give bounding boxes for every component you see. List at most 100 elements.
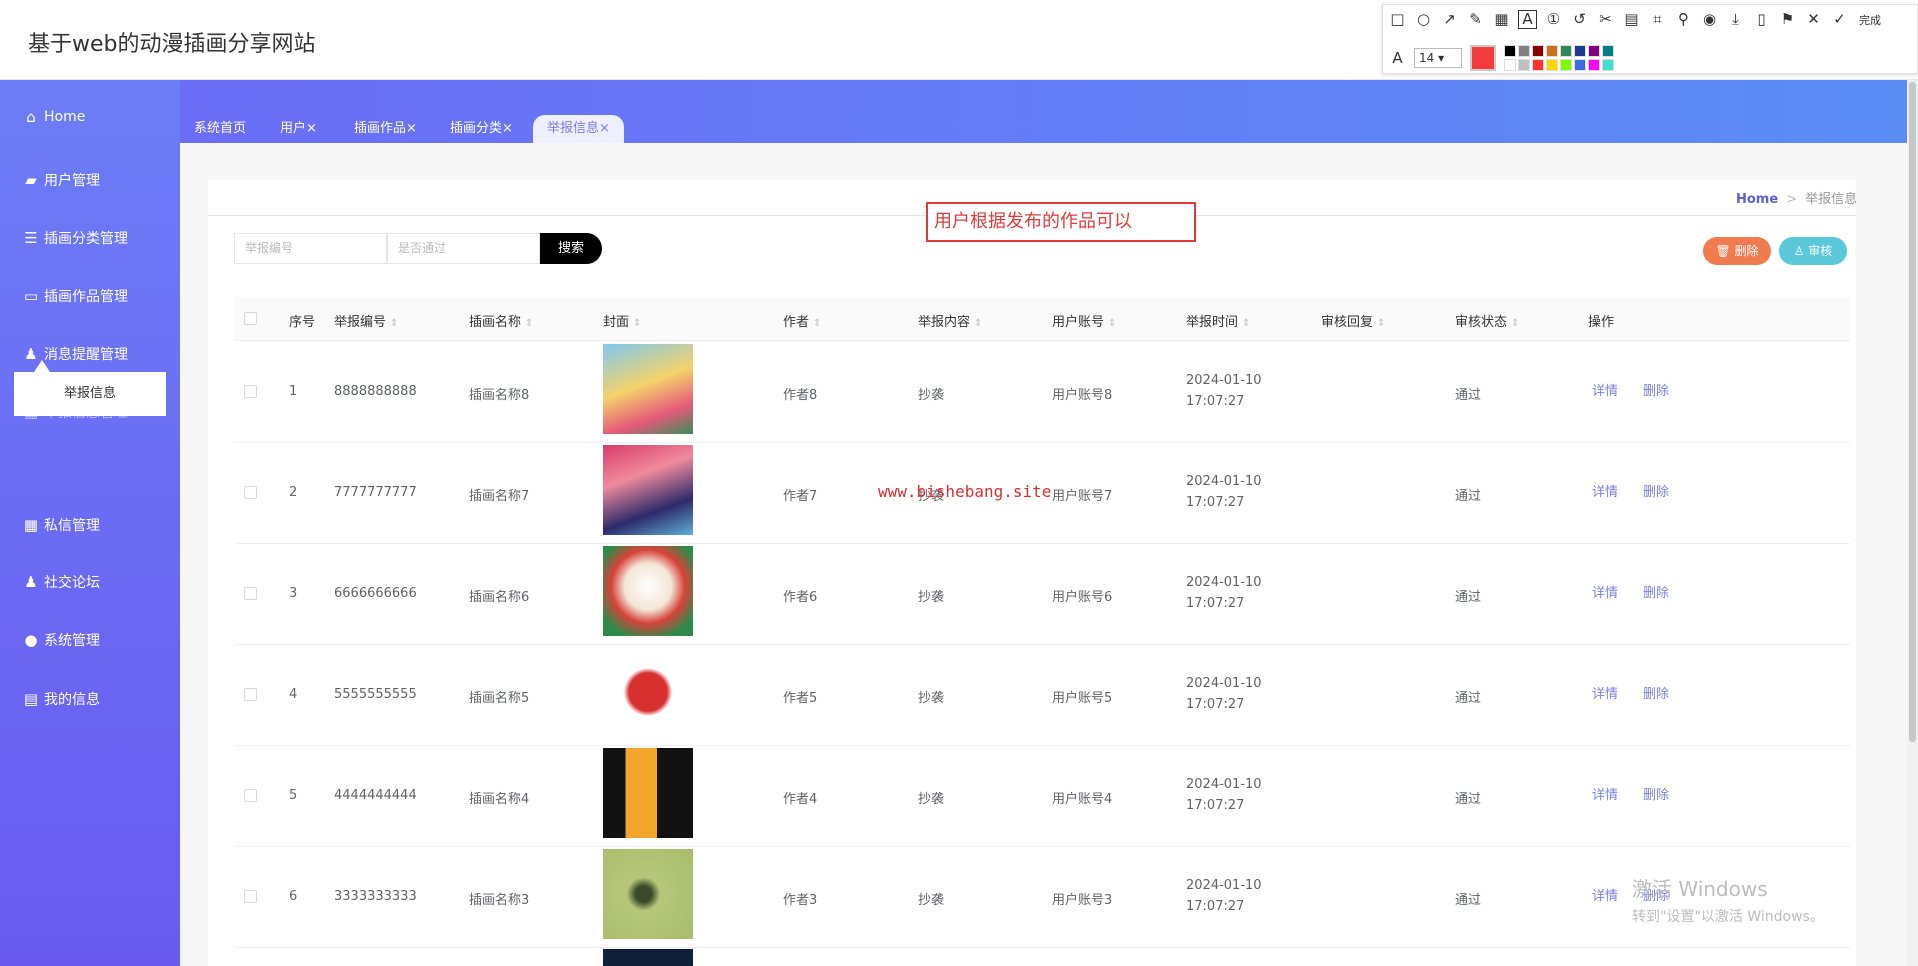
- sort-icon[interactable]: ⇕: [1511, 318, 1519, 329]
- sort-icon[interactable]: ⇕: [1108, 318, 1116, 329]
- table-row[interactable]: 6 3333333333 插画名称3 作者3 抄袭 用户账号3 2024-01-10 17:…: [234, 847, 1850, 948]
- cover-thumbnail[interactable]: [603, 849, 693, 939]
- sidebar-item-users[interactable]: ▰ 用户管理: [22, 170, 100, 190]
- table-row[interactable]: 5 4444444444 插画名称4 作者4 抄袭 用户账号4 2024-01-10 17:…: [234, 746, 1850, 847]
- color-swatch[interactable]: [1560, 45, 1572, 57]
- color-swatch[interactable]: [1546, 59, 1558, 71]
- approved-input[interactable]: 是否通过: [387, 233, 540, 264]
- detail-link[interactable]: 详情: [1592, 380, 1618, 399]
- sort-icon[interactable]: ⇕: [1242, 318, 1250, 329]
- row-checkbox[interactable]: [244, 486, 257, 499]
- ellipse-icon[interactable]: ○: [1415, 11, 1432, 28]
- sidebar-item-works[interactable]: ▭ 插画作品管理: [22, 286, 128, 306]
- sort-icon[interactable]: ⇕: [813, 318, 821, 329]
- delete-link[interactable]: 删除: [1643, 784, 1669, 803]
- current-color[interactable]: [1470, 45, 1496, 71]
- pin-icon[interactable]: ⚲: [1675, 11, 1692, 28]
- detail-link[interactable]: 详情: [1592, 784, 1618, 803]
- sort-icon[interactable]: ⇕: [525, 318, 533, 329]
- sidebar-item-private-messages[interactable]: ▦ 私信管理: [22, 515, 100, 535]
- cover-thumbnail[interactable]: [603, 647, 693, 737]
- tab-works[interactable]: 插画作品×: [348, 117, 423, 141]
- tab-categories[interactable]: 插画分类×: [444, 117, 519, 141]
- ocr-icon[interactable]: ▤: [1623, 11, 1640, 28]
- table-row[interactable]: 4 5555555555 插画名称5 作者5 抄袭 用户账号5 2024-01-10 17:…: [234, 645, 1850, 746]
- color-swatch[interactable]: [1504, 45, 1516, 57]
- color-swatch[interactable]: [1602, 59, 1614, 71]
- th-reply[interactable]: 审核回复 ⇕: [1321, 311, 1385, 330]
- annotation-textbox[interactable]: 用户根据发布的作品可以: [926, 202, 1196, 242]
- sidebar-item-home[interactable]: ⌂ Home: [22, 108, 85, 126]
- sort-icon[interactable]: ⇕: [1377, 318, 1385, 329]
- tab-users[interactable]: 用户×: [274, 117, 323, 141]
- detail-link[interactable]: 详情: [1592, 885, 1618, 904]
- sort-icon[interactable]: ⇕: [974, 318, 982, 329]
- sidebar-item-profile[interactable]: ▤ 我的信息: [22, 689, 100, 709]
- color-swatch[interactable]: [1504, 59, 1516, 71]
- color-swatch[interactable]: [1532, 59, 1544, 71]
- delete-link[interactable]: 删除: [1643, 582, 1669, 601]
- scrollbar-thumb[interactable]: [1909, 82, 1916, 742]
- scissors-icon[interactable]: ✂: [1597, 11, 1614, 28]
- th-account[interactable]: 用户账号 ⇕: [1052, 311, 1116, 330]
- color-swatch[interactable]: [1574, 45, 1586, 57]
- delete-link[interactable]: 删除: [1643, 683, 1669, 702]
- table-row[interactable]: 3 6666666666 插画名称6 作者6 抄袭 用户账号6 2024-01-10 17:…: [234, 544, 1850, 645]
- breadcrumb-home[interactable]: Home: [1736, 192, 1778, 207]
- th-author[interactable]: 作者 ⇕: [783, 311, 821, 330]
- table-row[interactable]: 1 8888888888 插画名称8 作者8 抄袭 用户账号8 2024-01-10 17:…: [234, 342, 1850, 443]
- done-button[interactable]: 完成: [1859, 12, 1881, 28]
- bookmark-icon[interactable]: ⚑: [1779, 11, 1796, 28]
- check-icon[interactable]: ✓: [1831, 11, 1848, 28]
- cover-thumbnail[interactable]: [603, 344, 693, 434]
- row-checkbox[interactable]: [244, 688, 257, 701]
- detail-link[interactable]: 详情: [1592, 582, 1618, 601]
- color-swatch[interactable]: [1518, 45, 1530, 57]
- record-icon[interactable]: ◉: [1701, 11, 1718, 28]
- color-swatch[interactable]: [1588, 59, 1600, 71]
- row-checkbox[interactable]: [244, 385, 257, 398]
- th-status[interactable]: 审核状态 ⇕: [1455, 311, 1519, 330]
- report-code-input[interactable]: 举报编号: [234, 233, 387, 264]
- row-checkbox[interactable]: [244, 789, 257, 802]
- audit-button[interactable]: ♙ 审核: [1779, 237, 1847, 265]
- th-cover[interactable]: 封面 ⇕: [603, 311, 641, 330]
- save-icon[interactable]: ▯: [1753, 11, 1770, 28]
- rectangle-icon[interactable]: □: [1389, 11, 1406, 28]
- pen-icon[interactable]: ✎: [1467, 11, 1484, 28]
- sidebar-item-categories[interactable]: ☰ 插画分类管理: [22, 228, 128, 248]
- arrow-icon[interactable]: ↗: [1441, 11, 1458, 28]
- cover-thumbnail[interactable]: [603, 546, 693, 636]
- delete-button[interactable]: 🗑 删除: [1703, 237, 1771, 265]
- th-content[interactable]: 举报内容 ⇕: [918, 311, 982, 330]
- select-all-checkbox[interactable]: [244, 312, 257, 325]
- th-time[interactable]: 举报时间 ⇕: [1186, 311, 1250, 330]
- number-icon[interactable]: ①: [1545, 11, 1562, 28]
- close-icon[interactable]: ✕: [1805, 11, 1822, 28]
- color-swatch[interactable]: [1602, 45, 1614, 57]
- undo-icon[interactable]: ↺: [1571, 11, 1588, 28]
- sort-icon[interactable]: ⇕: [633, 318, 641, 329]
- crop-icon[interactable]: ⌗: [1649, 11, 1666, 28]
- sidebar-item-system[interactable]: ● 系统管理: [22, 630, 100, 650]
- th-name[interactable]: 插画名称 ⇕: [469, 311, 533, 330]
- color-swatch[interactable]: [1546, 45, 1558, 57]
- delete-link[interactable]: 删除: [1643, 380, 1669, 399]
- sidebar-subitem-report-info[interactable]: 举报信息: [14, 372, 166, 416]
- mosaic-icon[interactable]: ▦: [1493, 11, 1510, 28]
- tab-home[interactable]: 系统首页: [188, 117, 252, 141]
- tab-reports[interactable]: 举报信息×: [533, 115, 624, 143]
- color-swatch[interactable]: [1560, 59, 1572, 71]
- color-swatch[interactable]: [1574, 59, 1586, 71]
- color-swatch[interactable]: [1588, 45, 1600, 57]
- cover-thumbnail[interactable]: [603, 748, 693, 838]
- detail-link[interactable]: 详情: [1592, 683, 1618, 702]
- detail-link[interactable]: 详情: [1592, 481, 1618, 500]
- sort-icon[interactable]: ⇕: [390, 318, 398, 329]
- row-checkbox[interactable]: [244, 890, 257, 903]
- sidebar-item-forum[interactable]: ♟ 社交论坛: [22, 572, 100, 592]
- color-swatch[interactable]: [1518, 59, 1530, 71]
- th-report-code[interactable]: 举报编号 ⇕: [334, 311, 398, 330]
- cover-thumbnail[interactable]: [603, 445, 693, 535]
- row-checkbox[interactable]: [244, 587, 257, 600]
